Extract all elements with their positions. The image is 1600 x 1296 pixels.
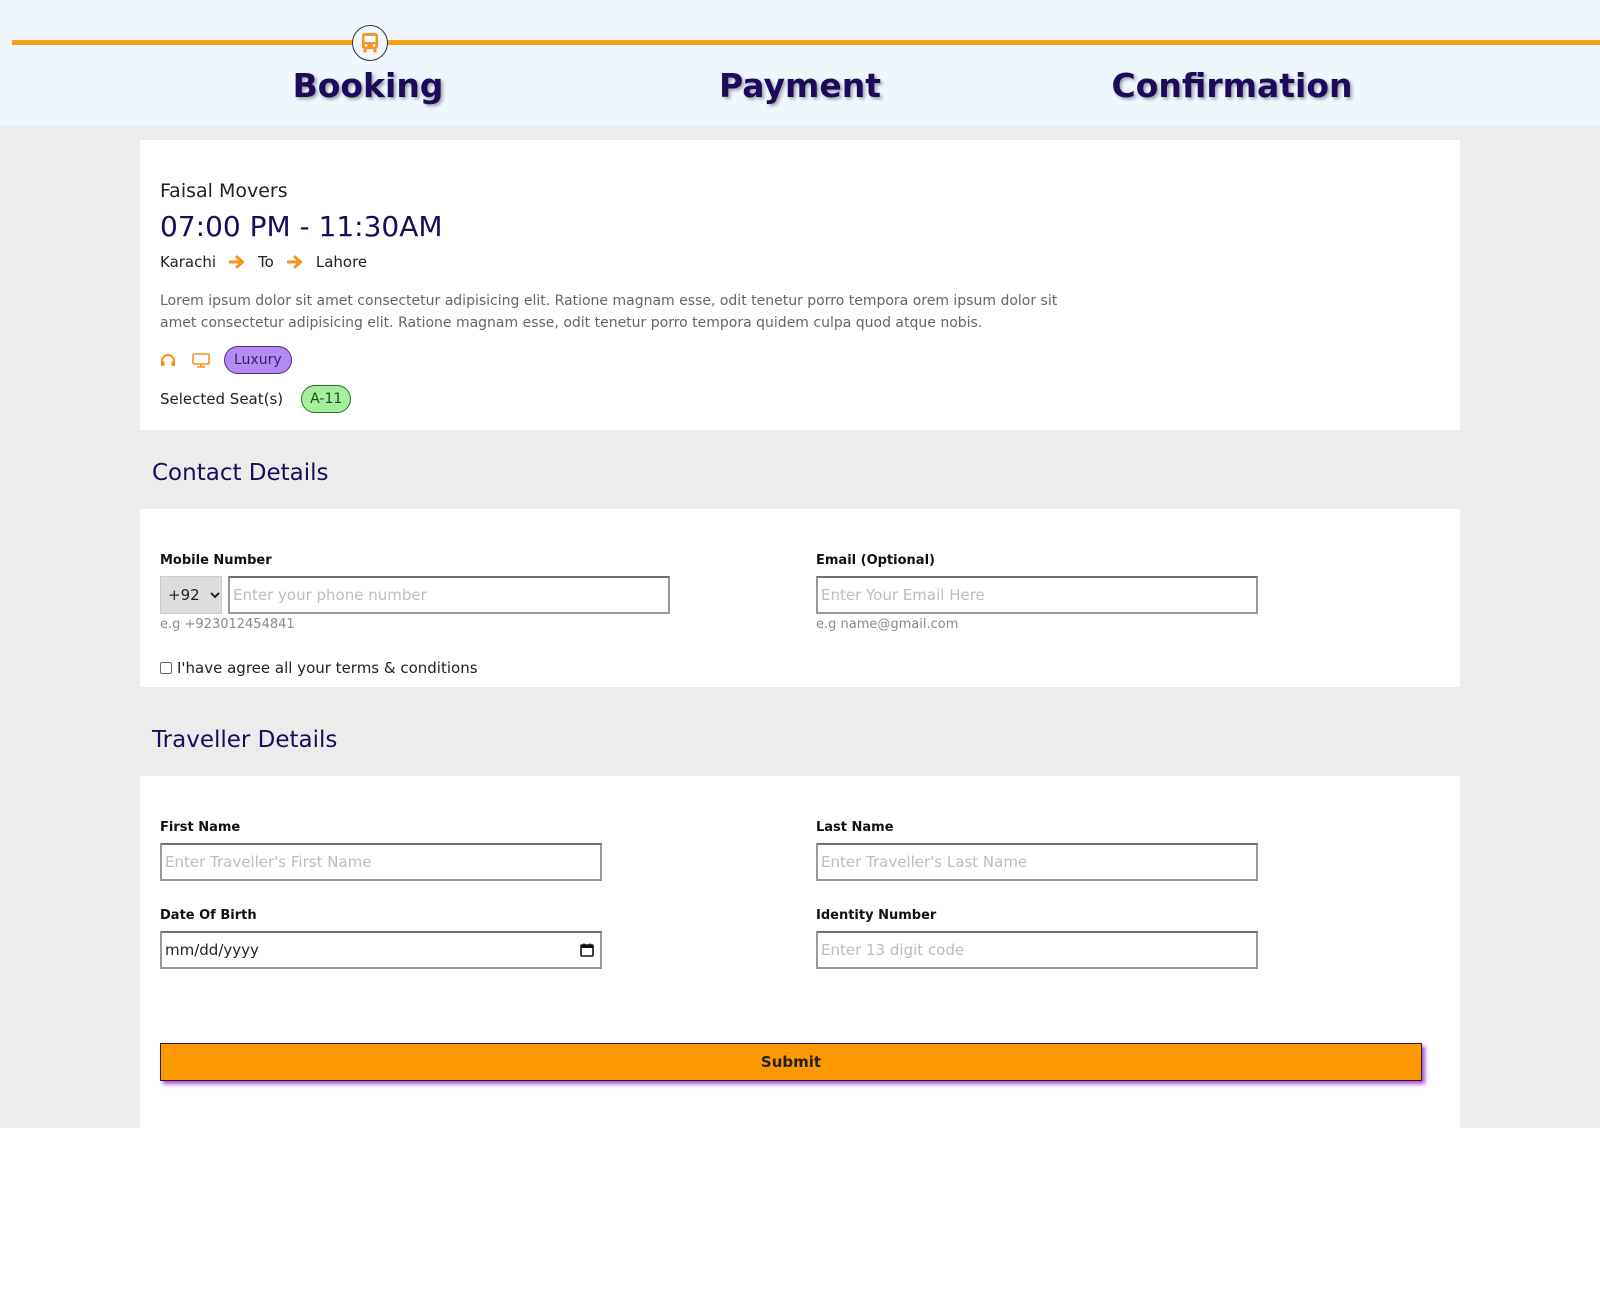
trip-route: Karachi To Lahore (160, 253, 367, 271)
seat-badge: A-11 (301, 385, 352, 413)
monitor-icon (192, 352, 210, 368)
trip-time: 07:00 PM - 11:30AM (160, 210, 443, 243)
seats-label: Selected Seat(s) (160, 390, 284, 408)
step-payment: Payment (718, 66, 882, 105)
selected-seats: Selected Seat(s) A-11 (160, 385, 352, 413)
main-content: Faisal Movers 07:00 PM - 11:30AM Karachi… (0, 125, 1600, 1128)
first-name-label: First Name (160, 820, 241, 835)
progress-header: Booking Payment Confirmation (0, 0, 1600, 125)
route-to: Lahore (315, 253, 368, 271)
arrow-right-icon (286, 255, 303, 269)
trip-card: Faisal Movers 07:00 PM - 11:30AM Karachi… (140, 140, 1460, 430)
contact-details-title: Contact Details (152, 460, 329, 486)
identity-input[interactable]: Enter 13 digit code (816, 931, 1258, 969)
chevron-down-icon (209, 591, 220, 599)
email-input[interactable]: Enter Your Email Here (816, 576, 1258, 614)
last-name-label: Last Name (816, 820, 894, 835)
dob-input[interactable]: mm/dd/yyyy (160, 931, 602, 969)
class-badge: Luxury (224, 346, 292, 374)
terms-agreement: I'have agree all your terms & conditions (160, 659, 478, 677)
route-from: Karachi (160, 253, 217, 271)
bus-icon (352, 25, 388, 61)
terms-checkbox[interactable] (160, 662, 172, 674)
calendar-icon[interactable] (580, 943, 594, 957)
amenities: Luxury (160, 346, 292, 374)
progress-track (12, 40, 1600, 45)
email-label: Email (Optional) (816, 553, 935, 568)
step-booking: Booking (292, 66, 444, 105)
last-name-input[interactable]: Enter Traveller's Last Name (816, 843, 1258, 881)
traveller-details-title: Traveller Details (152, 727, 338, 753)
terms-label: I'have agree all your terms & conditions (177, 659, 478, 677)
phone-hint: e.g +923012454841 (160, 617, 295, 632)
country-code-select[interactable]: +92 (160, 576, 222, 614)
contact-card: Mobile Number +92 Enter your phone numbe… (140, 509, 1460, 687)
mobile-label: Mobile Number (160, 553, 272, 568)
first-name-input[interactable]: Enter Traveller's First Name (160, 843, 602, 881)
traveller-card: First Name Enter Traveller's First Name … (140, 776, 1460, 1128)
submit-button[interactable]: Submit (160, 1043, 1422, 1081)
operator-name: Faisal Movers (160, 180, 288, 202)
dob-value: mm/dd/yyyy (165, 941, 259, 959)
phone-input[interactable]: Enter your phone number (228, 576, 670, 614)
headphones-icon (160, 353, 176, 367)
step-confirmation: Confirmation (1111, 66, 1353, 105)
email-hint: e.g name@gmail.com (816, 617, 959, 632)
identity-label: Identity Number (816, 908, 937, 923)
dob-label: Date Of Birth (160, 908, 257, 923)
route-to-word: To (258, 253, 274, 271)
arrow-right-icon (229, 255, 245, 269)
trip-description: Lorem ipsum dolor sit amet consectetur a… (160, 293, 1058, 331)
country-code-value: +92 (168, 586, 200, 604)
